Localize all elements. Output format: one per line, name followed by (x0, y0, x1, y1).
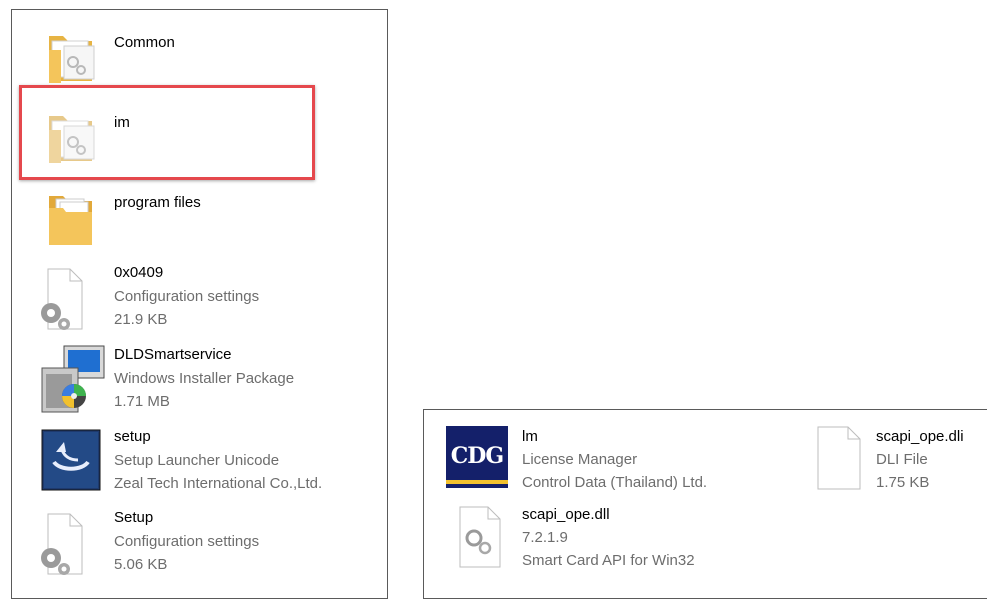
config-file-icon (41, 513, 83, 575)
folder-settings-icon (49, 36, 95, 83)
dll-file-icon (459, 506, 501, 568)
file-description: License Manager (522, 451, 638, 468)
file-type: Configuration settings (114, 533, 260, 550)
file-item-setup-launcher[interactable]: setup Setup Launcher Unicode Zeal Tech I… (12, 424, 372, 502)
file-type: Setup Launcher Unicode (114, 452, 280, 469)
file-type: Windows Installer Package (114, 370, 295, 387)
cdg-logo-icon: CDG (446, 426, 508, 488)
file-name: Common (114, 34, 175, 51)
file-size: 5.06 KB (114, 556, 168, 573)
file-item-0x0409[interactable]: 0x0409 Configuration settings 21.9 KB (12, 260, 372, 338)
file-item-scapi-ope-dll[interactable]: scapi_ope.dll 7.2.1.9 Smart Card API for… (424, 498, 724, 578)
file-type: DLI File (876, 451, 928, 468)
file-name: scapi_ope.dli (876, 428, 964, 445)
file-item-scapi-ope-dli[interactable]: scapi_ope.dli DLI File 1.75 KB (810, 418, 987, 498)
file-item-lm[interactable]: CDG lm License Manager Control Data (Tha… (424, 418, 724, 498)
file-list-panel-secondary: CDG lm License Manager Control Data (Tha… (423, 409, 987, 599)
file-name: lm (522, 428, 538, 445)
file-name: setup (114, 428, 151, 445)
file-size: 1.71 MB (114, 393, 170, 410)
config-file-icon (41, 268, 83, 330)
cdg-logo-text: CDG (450, 443, 504, 469)
file-name: 0x0409 (114, 264, 164, 281)
file-item-dldsmartservice[interactable]: DLDSmartservice Windows Installer Packag… (12, 342, 372, 420)
installer-package-icon (41, 345, 105, 413)
blank-file-icon (817, 426, 861, 490)
file-version: 7.2.1.9 (522, 529, 568, 546)
file-description: Smart Card API for Win32 (522, 552, 695, 569)
highlight-box (19, 85, 315, 180)
file-name: DLDSmartservice (114, 346, 232, 363)
file-size: 21.9 KB (114, 311, 168, 328)
file-name: scapi_ope.dll (522, 506, 610, 523)
file-item-common[interactable]: Common (12, 20, 372, 90)
file-name: program files (114, 194, 201, 211)
file-company: Control Data (Thailand) Ltd. (522, 474, 708, 491)
file-item-setup-config[interactable]: Setup Configuration settings 5.06 KB (12, 505, 372, 583)
file-company: Zeal Tech International Co.,Ltd. (114, 475, 323, 492)
file-size: 1.75 KB (876, 474, 930, 491)
setup-launcher-icon (41, 429, 101, 491)
file-name: Setup (114, 509, 154, 526)
file-type: Configuration settings (114, 288, 260, 305)
folder-files-icon (49, 196, 92, 245)
file-item-program-files[interactable]: program files (12, 180, 372, 252)
